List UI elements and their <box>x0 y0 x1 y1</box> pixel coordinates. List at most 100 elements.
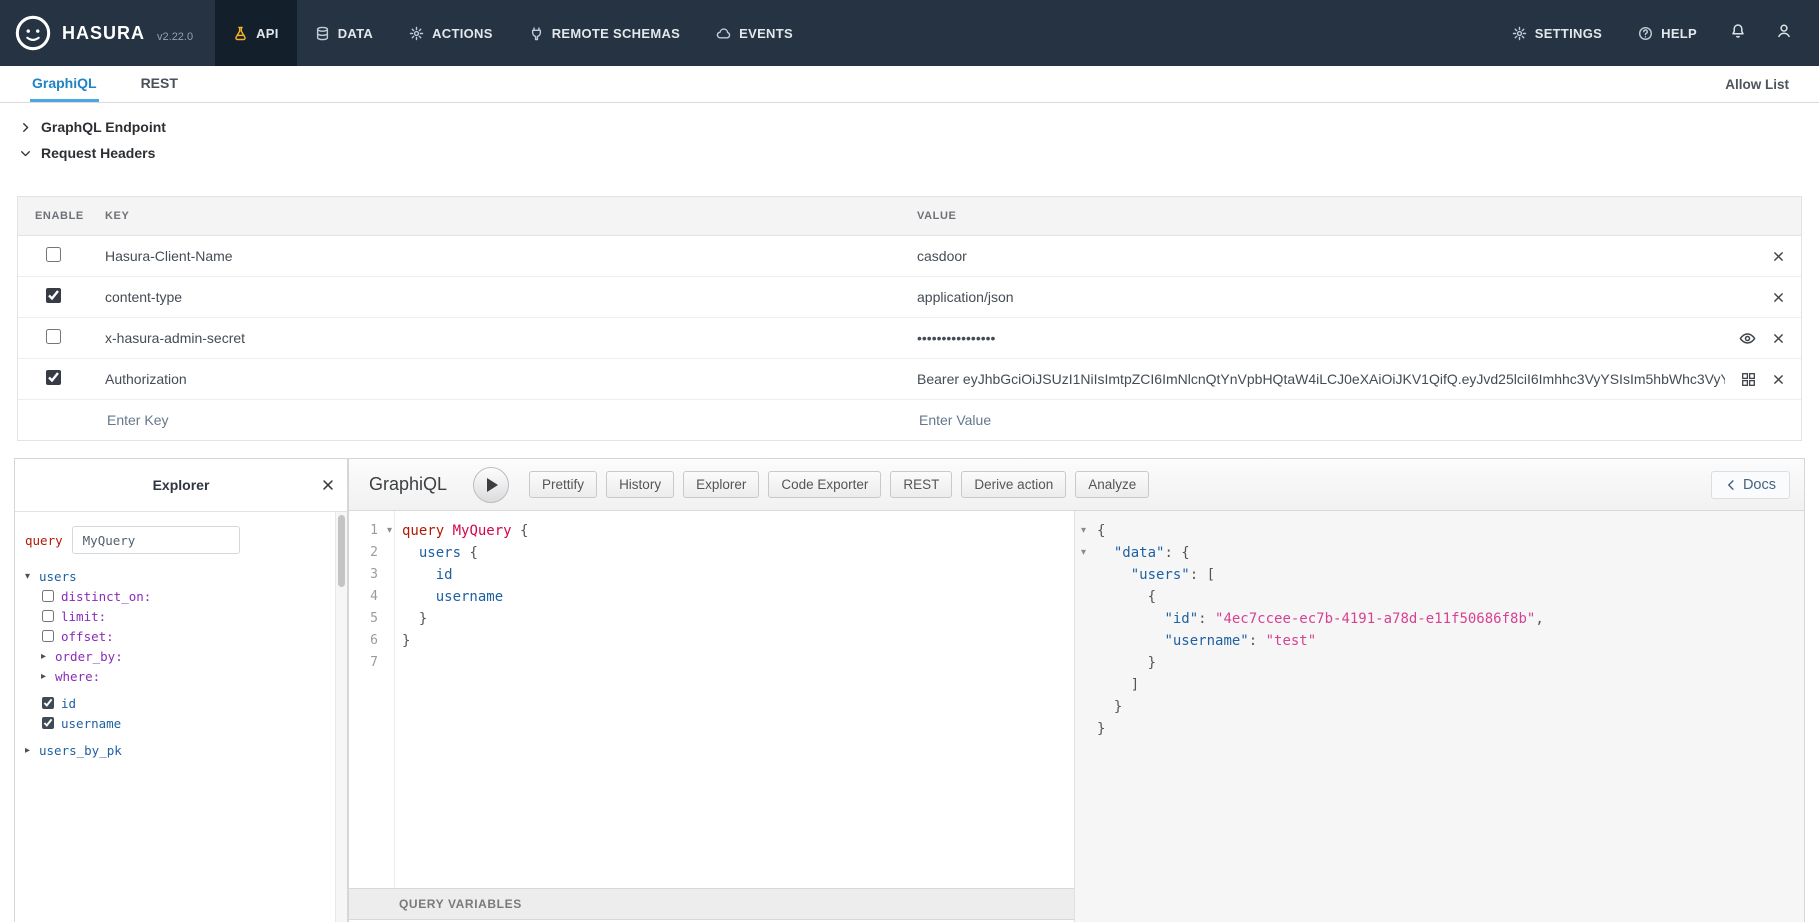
header-enable-checkbox[interactable] <box>46 370 61 385</box>
fold-triangle-icon[interactable]: ▾ <box>1081 520 1097 542</box>
fold-spacer <box>1081 586 1097 608</box>
header-key[interactable]: x-hasura-admin-secret <box>105 330 245 346</box>
nav-item-data[interactable]: DATA <box>297 0 391 66</box>
header-key[interactable]: Hasura-Client-Name <box>105 248 233 264</box>
explorer-panel: Explorer query ▾usersdistinct_on:limit:o… <box>14 458 348 922</box>
hasura-console: HASURA v2.22.0 APIDATAACTIONS REMOTE SCHE… <box>0 0 1819 922</box>
graphql-endpoint-section[interactable]: GraphQL Endpoint <box>20 114 166 140</box>
editor-code[interactable]: query MyQuery { users { id username }} <box>395 511 528 888</box>
decode-jwt-icon[interactable] <box>1741 372 1756 387</box>
explorer-item-checkbox[interactable] <box>42 717 54 729</box>
explorer-item-checkbox[interactable] <box>42 630 54 642</box>
header-key[interactable]: content-type <box>105 289 182 305</box>
toolbar-history-button[interactable]: History <box>606 471 674 498</box>
help-circle-icon <box>1638 26 1653 41</box>
account-button[interactable] <box>1761 0 1807 66</box>
header-enable-checkbox[interactable] <box>46 329 61 344</box>
response-viewer: ▾{▾ "data": { "users": [ { "id": "4ec7cc… <box>1074 511 1804 922</box>
close-icon[interactable] <box>1772 373 1785 386</box>
explorer-item-distinct-on[interactable]: distinct_on: <box>25 586 335 606</box>
graphiql-title: GraphiQL <box>369 474 447 495</box>
toolbar-code-exporter-button[interactable]: Code Exporter <box>768 471 881 498</box>
header-enable-checkbox[interactable] <box>46 247 61 262</box>
query-variables-bar[interactable]: QUERY VARIABLES <box>349 888 1074 920</box>
plug-icon <box>529 26 544 41</box>
code-line: query MyQuery { <box>402 520 528 542</box>
toolbar-analyze-button[interactable]: Analyze <box>1075 471 1149 498</box>
eye-icon[interactable] <box>1739 330 1756 347</box>
new-header-row <box>18 400 1801 440</box>
operation-row: query <box>25 526 335 554</box>
graphql-endpoint-label: GraphQL Endpoint <box>41 119 166 135</box>
tab-rest[interactable]: REST <box>139 66 180 102</box>
explorer-item-checkbox[interactable] <box>42 590 54 602</box>
explorer-item-checkbox[interactable] <box>42 697 54 709</box>
nav-item-help[interactable]: HELP <box>1620 0 1715 66</box>
operation-name-input[interactable] <box>72 526 240 554</box>
scrollbar-thumb[interactable] <box>338 515 345 587</box>
operation-type-label: query <box>25 533 63 548</box>
close-icon[interactable] <box>1772 291 1785 304</box>
explorer-item-id[interactable]: id <box>25 693 335 713</box>
play-icon <box>487 478 498 492</box>
line-number: 2 <box>349 542 394 564</box>
toolbar-explorer-button[interactable]: Explorer <box>683 471 759 498</box>
flask-icon <box>233 26 248 41</box>
explorer-item-where[interactable]: ▸where: <box>25 666 335 686</box>
explorer-item-users-by-pk[interactable]: ▸users_by_pk <box>25 740 335 760</box>
nav-item-actions[interactable]: ACTIONS <box>391 0 511 66</box>
nav-item-remote-schemas[interactable]: REMOTE SCHEMAS <box>511 0 698 66</box>
triangle-right-icon[interactable]: ▸ <box>41 651 55 662</box>
explorer-item-username[interactable]: username <box>25 713 335 733</box>
scrollbar[interactable] <box>335 512 347 922</box>
hasura-logo-block[interactable]: HASURA v2.22.0 <box>0 0 215 66</box>
bell-icon <box>1730 23 1746 44</box>
explorer-item-limit[interactable]: limit: <box>25 606 335 626</box>
toolbar-derive-action-button[interactable]: Derive action <box>961 471 1066 498</box>
new-header-value-input[interactable] <box>917 411 1746 429</box>
code-line: users { <box>402 542 528 564</box>
nav-item-events[interactable]: EVENTS <box>698 0 811 66</box>
triangle-right-icon[interactable]: ▸ <box>41 671 55 682</box>
header-value[interactable]: Bearer eyJhbGciOiJSUzI1NiIsImtpZCI6ImNlc… <box>917 371 1725 387</box>
header-value[interactable]: •••••••••••••••• <box>917 330 1723 346</box>
close-icon[interactable] <box>1772 332 1785 345</box>
header-key[interactable]: Authorization <box>105 371 187 387</box>
explorer-item-checkbox[interactable] <box>42 610 54 622</box>
table-header-row: ENABLE KEY VALUE <box>18 197 1801 236</box>
explorer-item-offset[interactable]: offset: <box>25 626 335 646</box>
code-line <box>402 652 528 674</box>
fold-triangle-icon[interactable]: ▾ <box>1081 542 1097 564</box>
fold-spacer <box>1081 630 1097 652</box>
line-number: 6 <box>349 630 394 652</box>
hasura-logo-icon <box>14 14 52 52</box>
triangle-right-icon[interactable]: ▸ <box>25 745 39 756</box>
brand-name: HASURA <box>62 23 145 44</box>
nav-item-label: REMOTE SCHEMAS <box>552 26 680 41</box>
header-value[interactable]: casdoor <box>917 248 1756 264</box>
gear-icon <box>1512 26 1527 41</box>
tab-graphiql[interactable]: GraphiQL <box>30 66 99 102</box>
query-editor[interactable]: 1▾234567 query MyQuery { users { id user… <box>349 511 1074 888</box>
toolbar-prettify-button[interactable]: Prettify <box>529 471 597 498</box>
explorer-item-order-by[interactable]: ▸order_by: <box>25 646 335 666</box>
close-icon[interactable] <box>321 478 335 492</box>
fold-triangle-icon[interactable]: ▾ <box>387 520 392 542</box>
nav-item-api[interactable]: API <box>215 0 297 66</box>
nav-item-settings[interactable]: SETTINGS <box>1494 0 1620 66</box>
line-number: 4 <box>349 586 394 608</box>
response-line: { <box>1081 586 1804 608</box>
close-icon[interactable] <box>1772 250 1785 263</box>
execute-query-button[interactable] <box>473 467 509 503</box>
header-enable-checkbox[interactable] <box>46 288 61 303</box>
new-header-key-input[interactable] <box>105 411 880 429</box>
request-headers-section[interactable]: Request Headers <box>20 140 166 166</box>
docs-button[interactable]: Docs <box>1711 471 1790 499</box>
notifications-button[interactable] <box>1715 0 1761 66</box>
explorer-item-users[interactable]: ▾users <box>25 566 335 586</box>
allow-list-link[interactable]: Allow List <box>1725 66 1789 102</box>
header-value[interactable]: application/json <box>917 289 1756 305</box>
toolbar-rest-button[interactable]: REST <box>890 471 952 498</box>
response-line: "username": "test" <box>1081 630 1804 652</box>
triangle-down-icon[interactable]: ▾ <box>25 571 39 582</box>
